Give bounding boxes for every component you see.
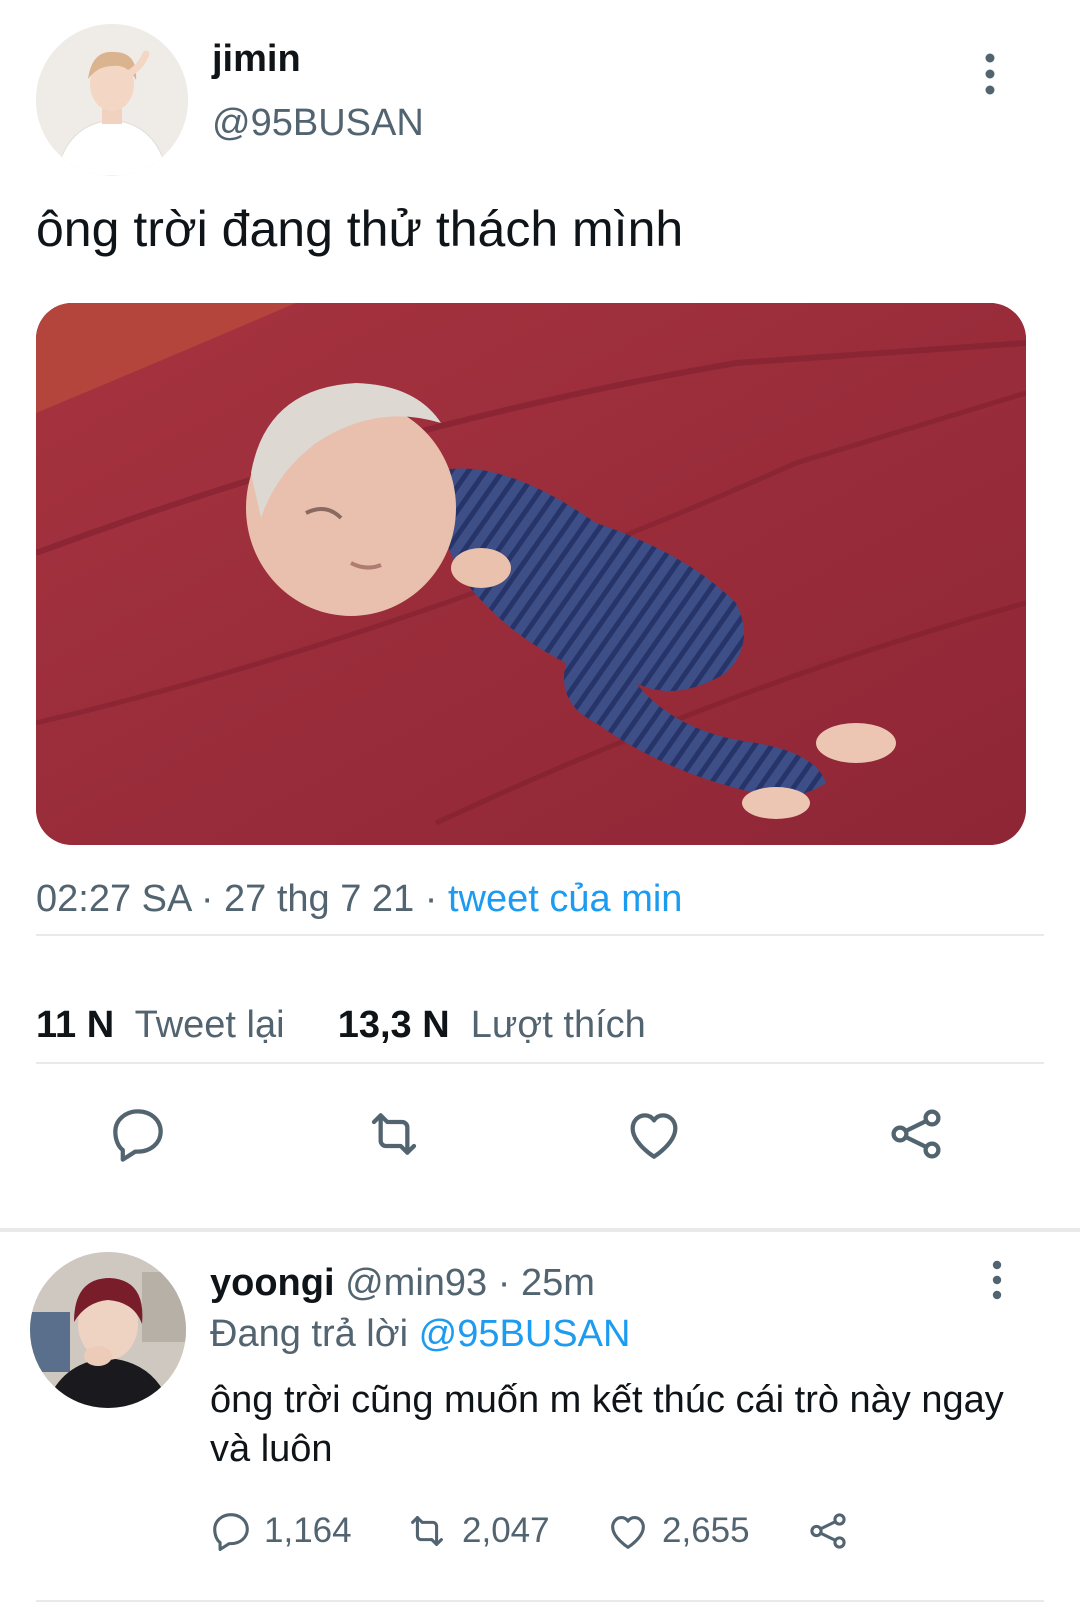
meta-separator: · [497,1262,511,1304]
meta-separator: · [200,878,225,920]
like-icon [611,1516,645,1549]
reply-author-name[interactable]: yoongi [210,1262,335,1304]
reply-icon [213,1513,249,1551]
tweet-media-image[interactable] [36,303,1026,845]
share-icon[interactable] [884,1102,948,1166]
likes-count: 13,3 N [337,1004,450,1046]
retweets-stat[interactable]: 11 N Tweet lại [36,1004,295,1046]
divider [36,934,1044,936]
tweet-source-link[interactable]: tweet của min [448,878,682,920]
replying-to-handle[interactable]: @95BUSAN [419,1313,631,1355]
tweet-stats: 11 N Tweet lại 13,3 N Lượt thích [36,1004,646,1047]
reply-header: yoongi @min93 · 25m [210,1262,595,1305]
section-separator [0,1228,1080,1232]
retweet-count: 2,047 [462,1511,550,1550]
more-options-icon[interactable] [975,52,1005,96]
tweet-text: ông trời đang thử thách mình [36,201,684,257]
divider [36,1600,1044,1602]
replying-to: Đang trả lời @95BUSAN [210,1313,630,1356]
reply-author-handle[interactable]: @min93 [345,1262,487,1304]
tweet-time: 02:27 SA [36,878,191,920]
retweets-label: Tweet lại [134,1004,285,1046]
meta-separator: · [424,878,448,920]
divider [36,1062,1044,1064]
author-handle[interactable]: @95BUSAN [212,102,424,145]
reply-retweet-action[interactable]: 2,047 [402,1508,550,1554]
likes-stat[interactable]: 13,3 N Lượt thích [338,1004,646,1046]
tweet-date: 27 thg 7 21 [224,878,415,920]
reply-share-action[interactable] [804,1508,862,1554]
author-avatar[interactable] [36,24,188,176]
like-icon[interactable] [622,1102,686,1166]
reply-like-action[interactable]: 2,655 [604,1508,750,1554]
reply-reply-action[interactable]: 1,164 [208,1508,352,1554]
share-icon [810,1513,846,1549]
reply-author-avatar[interactable] [30,1252,186,1408]
reply-icon[interactable] [106,1102,170,1166]
retweet-icon [411,1516,443,1546]
retweet-icon[interactable] [362,1102,426,1166]
like-count: 2,655 [662,1511,750,1550]
reply-count: 1,164 [264,1511,352,1550]
reply-text: ông trời cũng muốn m kết thúc cái trò nà… [210,1379,1004,1470]
reply-age: 25m [520,1262,595,1304]
likes-label: Lượt thích [470,1004,646,1046]
reply-more-options-icon[interactable] [985,1260,1009,1300]
author-name[interactable]: jimin [212,38,301,81]
replying-to-label: Đang trả lời [210,1313,409,1355]
tweet-metadata: 02:27 SA · 27 thg 7 21 · tweet của min [36,878,682,921]
retweets-count: 11 N [36,1004,115,1046]
